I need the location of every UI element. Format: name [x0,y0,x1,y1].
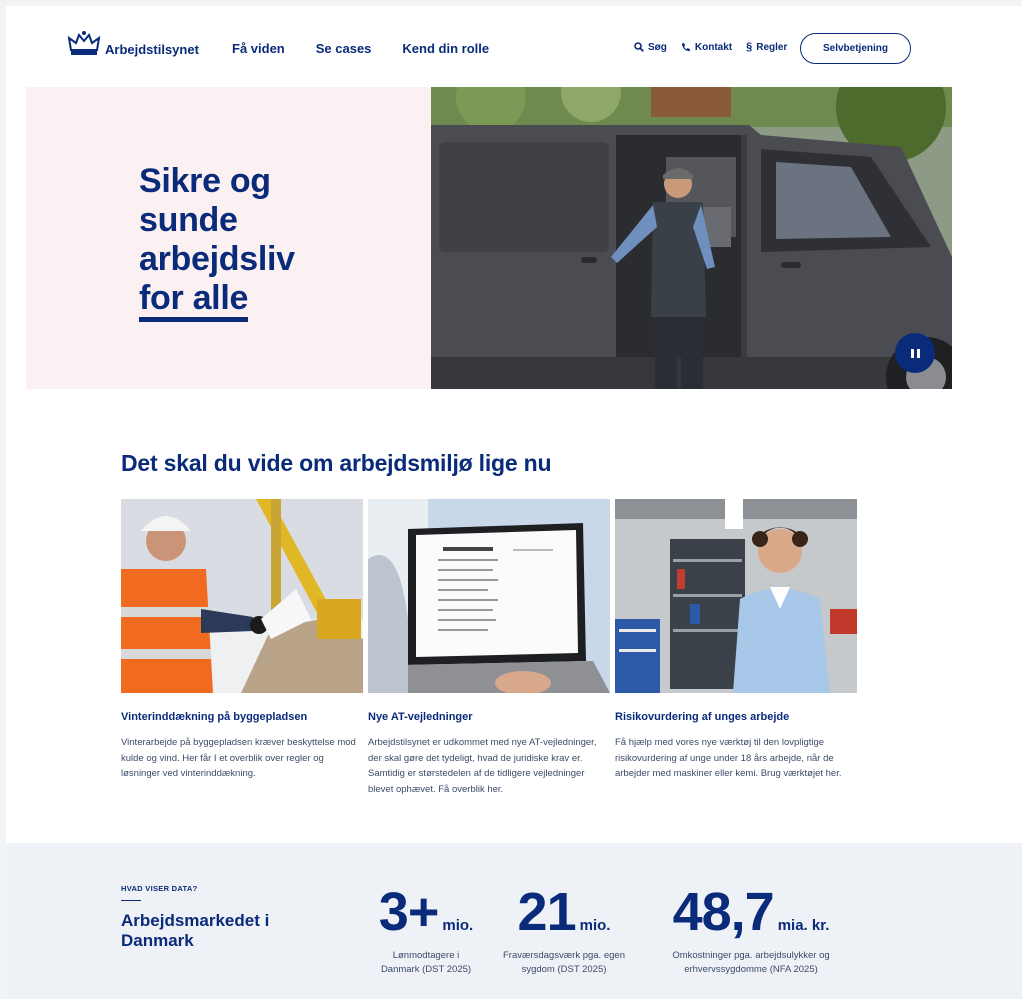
stat-caption-line: erhvervssygdomme (NFA 2025) [684,964,818,975]
stats-title-line: Arbejdsmarkedet i [121,911,270,930]
stats-title: Arbejdsmarkedet i Danmark [121,911,269,951]
paragraph-icon: § [746,41,753,53]
stat-number: 21 mio. [490,885,638,939]
card-image [368,499,610,693]
card-image [615,499,857,693]
card-text: Få hjælp med vores nye værktøj til den l… [615,737,842,779]
stat-unit: mia. kr. [777,917,830,934]
stat-costs: 48,7 mia. kr. Omkostninger pga. arbejdsu… [646,885,856,977]
hero-text-panel: Sikre og sunde arbejdsliv for alle [26,87,431,389]
news-card-at-vejledninger[interactable]: Nye AT-vejledninger Arbejdstilsynet er u… [368,499,610,797]
stat-caption-line: Danmark (DST 2025) [380,964,472,975]
logo-link[interactable]: Arbejdstilsynet [67,30,199,58]
stat-caption: Omkostninger pga. arbejdsulykker og erhv… [646,949,856,977]
search-link[interactable]: Søg [634,42,667,53]
news-card-vinterinddaekning[interactable]: Vinterinddækning på byggepladsen Vintera… [121,499,363,782]
rules-link[interactable]: § Regler [746,41,787,53]
contact-link[interactable]: Kontakt [681,42,732,53]
hero-title-line: sunde [139,201,238,239]
stat-caption: Lønmodtagere i Danmark (DST 2025) [361,949,491,977]
news-card-risikovurdering[interactable]: Risikovurdering af unges arbejde Få hjæl… [615,499,857,782]
hero-title-line: Sikre og [139,162,271,200]
stat-unit: mio. [579,917,611,934]
phone-icon [681,43,690,52]
construction-worker-image [121,499,363,693]
search-icon [634,42,644,52]
stat-value: 3+ [378,882,440,942]
nav-item-faa-viden[interactable]: Få viden [232,41,285,56]
search-label: Søg [648,41,667,53]
stat-value: 48,7 [672,882,775,942]
stat-unit: mio. [442,917,474,934]
self-service-button[interactable]: Selvbetjening [800,33,911,64]
nav-item-kend-din-rolle[interactable]: Kend din rolle [402,41,489,56]
rules-label: Regler [756,41,788,53]
card-text: Arbejdstilsynet er udkommet med nye AT-v… [368,737,597,795]
hero-van-image [431,87,952,389]
pause-video-button[interactable] [895,333,935,373]
pause-icon [916,348,920,358]
card-title: Nye AT-vejledninger [368,711,473,723]
hero-title-underlined: for alle [139,281,248,322]
laptop-image [368,499,610,693]
stat-caption-line: Fraværsdagsværk pga. egen [503,950,625,961]
stats-section: HVAD VISER DATA? Arbejdsmarkedet i Danma… [6,843,1022,999]
workshop-youth-image [615,499,857,693]
card-title: Vinterinddækning på byggepladsen [121,711,308,723]
main-nav: Få viden Se cases Kend din rolle [232,41,489,56]
utility-nav: Søg Kontakt § Regler [634,41,787,53]
stat-employees: 3+ mio. Lønmodtagere i Danmark (DST 2025… [361,885,491,977]
stats-eyebrow: HVAD VISER DATA? [121,884,198,893]
eyebrow-divider [121,900,141,901]
stat-value: 21 [517,882,577,942]
stats-title-line: Danmark [121,931,194,950]
stat-caption-line: sygdom (DST 2025) [521,964,607,975]
hero-video[interactable] [431,87,952,389]
stat-caption-line: Lønmodtagere i [392,950,460,961]
card-image [121,499,363,693]
crown-icon [67,31,101,55]
stat-number: 48,7 mia. kr. [646,885,856,939]
news-section-title: Det skal du vide om arbejdsmiljø lige nu [121,450,552,476]
contact-label: Kontakt [694,41,733,53]
hero-title: Sikre og sunde arbejdsliv for alle [139,162,295,322]
page: Arbejdstilsynet Få viden Se cases Kend d… [6,6,1022,999]
stat-caption-line: Omkostninger pga. arbejdsulykker og [672,950,830,961]
pause-icon [910,348,914,358]
logo-text: Arbejdstilsynet [105,41,199,57]
stat-caption: Fraværsdagsværk pga. egen sygdom (DST 20… [490,949,638,977]
card-title: Risikovurdering af unges arbejde [615,711,790,723]
card-text: Vinterarbejde på byggepladsen kræver bes… [121,737,356,779]
site-header: Arbejdstilsynet Få viden Se cases Kend d… [6,6,1022,86]
nav-item-se-cases[interactable]: Se cases [316,41,372,56]
stat-number: 3+ mio. [361,885,491,939]
stat-sickness-days: 21 mio. Fraværsdagsværk pga. egen sygdom… [490,885,638,977]
hero-title-line: arbejdsliv [139,240,295,278]
